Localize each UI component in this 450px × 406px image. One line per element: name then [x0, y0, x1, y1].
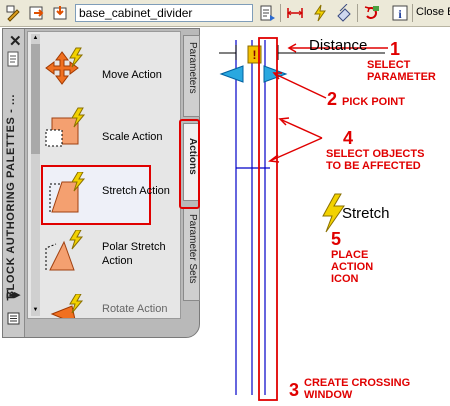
scrollbar-thumb[interactable] [31, 44, 40, 154]
palette-item-scale-action[interactable]: Scale Action [42, 106, 180, 164]
palette-item-stretch-action[interactable]: Stretch Action [41, 162, 180, 225]
stretch-action-label[interactable]: Stretch [342, 205, 390, 222]
annotation-3-number: 3 [289, 380, 300, 400]
left-grip-icon [219, 65, 244, 83]
auto-hide-icon[interactable]: |◂▸ [6, 288, 20, 301]
palette-item-move-action[interactable]: Move Action [42, 46, 180, 104]
distance-parameter-label[interactable]: Distance [309, 37, 367, 54]
palette-title: BLOCK AUTHORING PALETTES - ... [5, 94, 17, 299]
scale-action-label: Scale Action [102, 131, 163, 143]
palette-item-rotate-action[interactable]: Rotate Action [42, 293, 180, 318]
crossing-window [258, 37, 278, 401]
annotation-4-text: SELECT OBJECTS TO BE AFFECTED [326, 148, 425, 172]
stretch-action-icon [46, 171, 94, 220]
stretch-action-label-palette: Stretch Action [102, 185, 170, 197]
palette-scrollbar[interactable]: ▲ ▼ [31, 34, 40, 316]
annotation-2-text: PICK POINT [342, 96, 405, 108]
annotation-2-number: 2 [327, 89, 338, 109]
tab-parameter-sets[interactable]: Parameter Sets [183, 207, 200, 301]
annotation-3-text: CREATE CROSSING WINDOW [304, 377, 411, 401]
stretch-action-lightning-icon [322, 193, 345, 233]
palette-menu-icon[interactable] [7, 312, 20, 325]
block-authoring-palette: ✕ BLOCK AUTHORING PALETTES - ... |◂▸ ▲ ▼… [2, 28, 200, 338]
svg-text:!: ! [253, 48, 257, 62]
move-action-icon [42, 46, 90, 94]
annotation-1-text: SELECT PARAMETER [367, 59, 436, 83]
palette-item-polar-stretch-action[interactable]: Polar Stretch Action [42, 229, 180, 288]
scroll-down-icon[interactable]: ▼ [31, 306, 40, 314]
palette-titlebar[interactable]: ✕ BLOCK AUTHORING PALETTES - ... |◂▸ [3, 29, 25, 337]
close-icon[interactable]: ✕ [9, 32, 22, 50]
rotate-action-icon [42, 293, 90, 318]
polar-stretch-action-label: Polar Stretch Action [102, 241, 166, 267]
move-action-label: Move Action [102, 69, 162, 81]
tab-parameters[interactable]: Parameters [183, 35, 200, 117]
properties-icon[interactable] [7, 51, 19, 67]
annotation-5-text: PLACE ACTION ICON [331, 249, 374, 285]
cabinet-geometry [235, 40, 270, 395]
rotate-action-label: Rotate Action [102, 303, 168, 315]
annotation-5-number: 5 [331, 229, 342, 249]
scroll-up-icon[interactable]: ▲ [31, 34, 40, 42]
annotation-4-number: 4 [343, 128, 354, 148]
polar-stretch-action-icon [42, 229, 90, 278]
scale-action-icon [42, 106, 90, 154]
actions-tab-highlight [179, 119, 200, 209]
palette-content: ▲ ▼ Move Action Scale Action Stretch Act… [27, 31, 181, 319]
annotation-1-number: 1 [390, 39, 401, 59]
